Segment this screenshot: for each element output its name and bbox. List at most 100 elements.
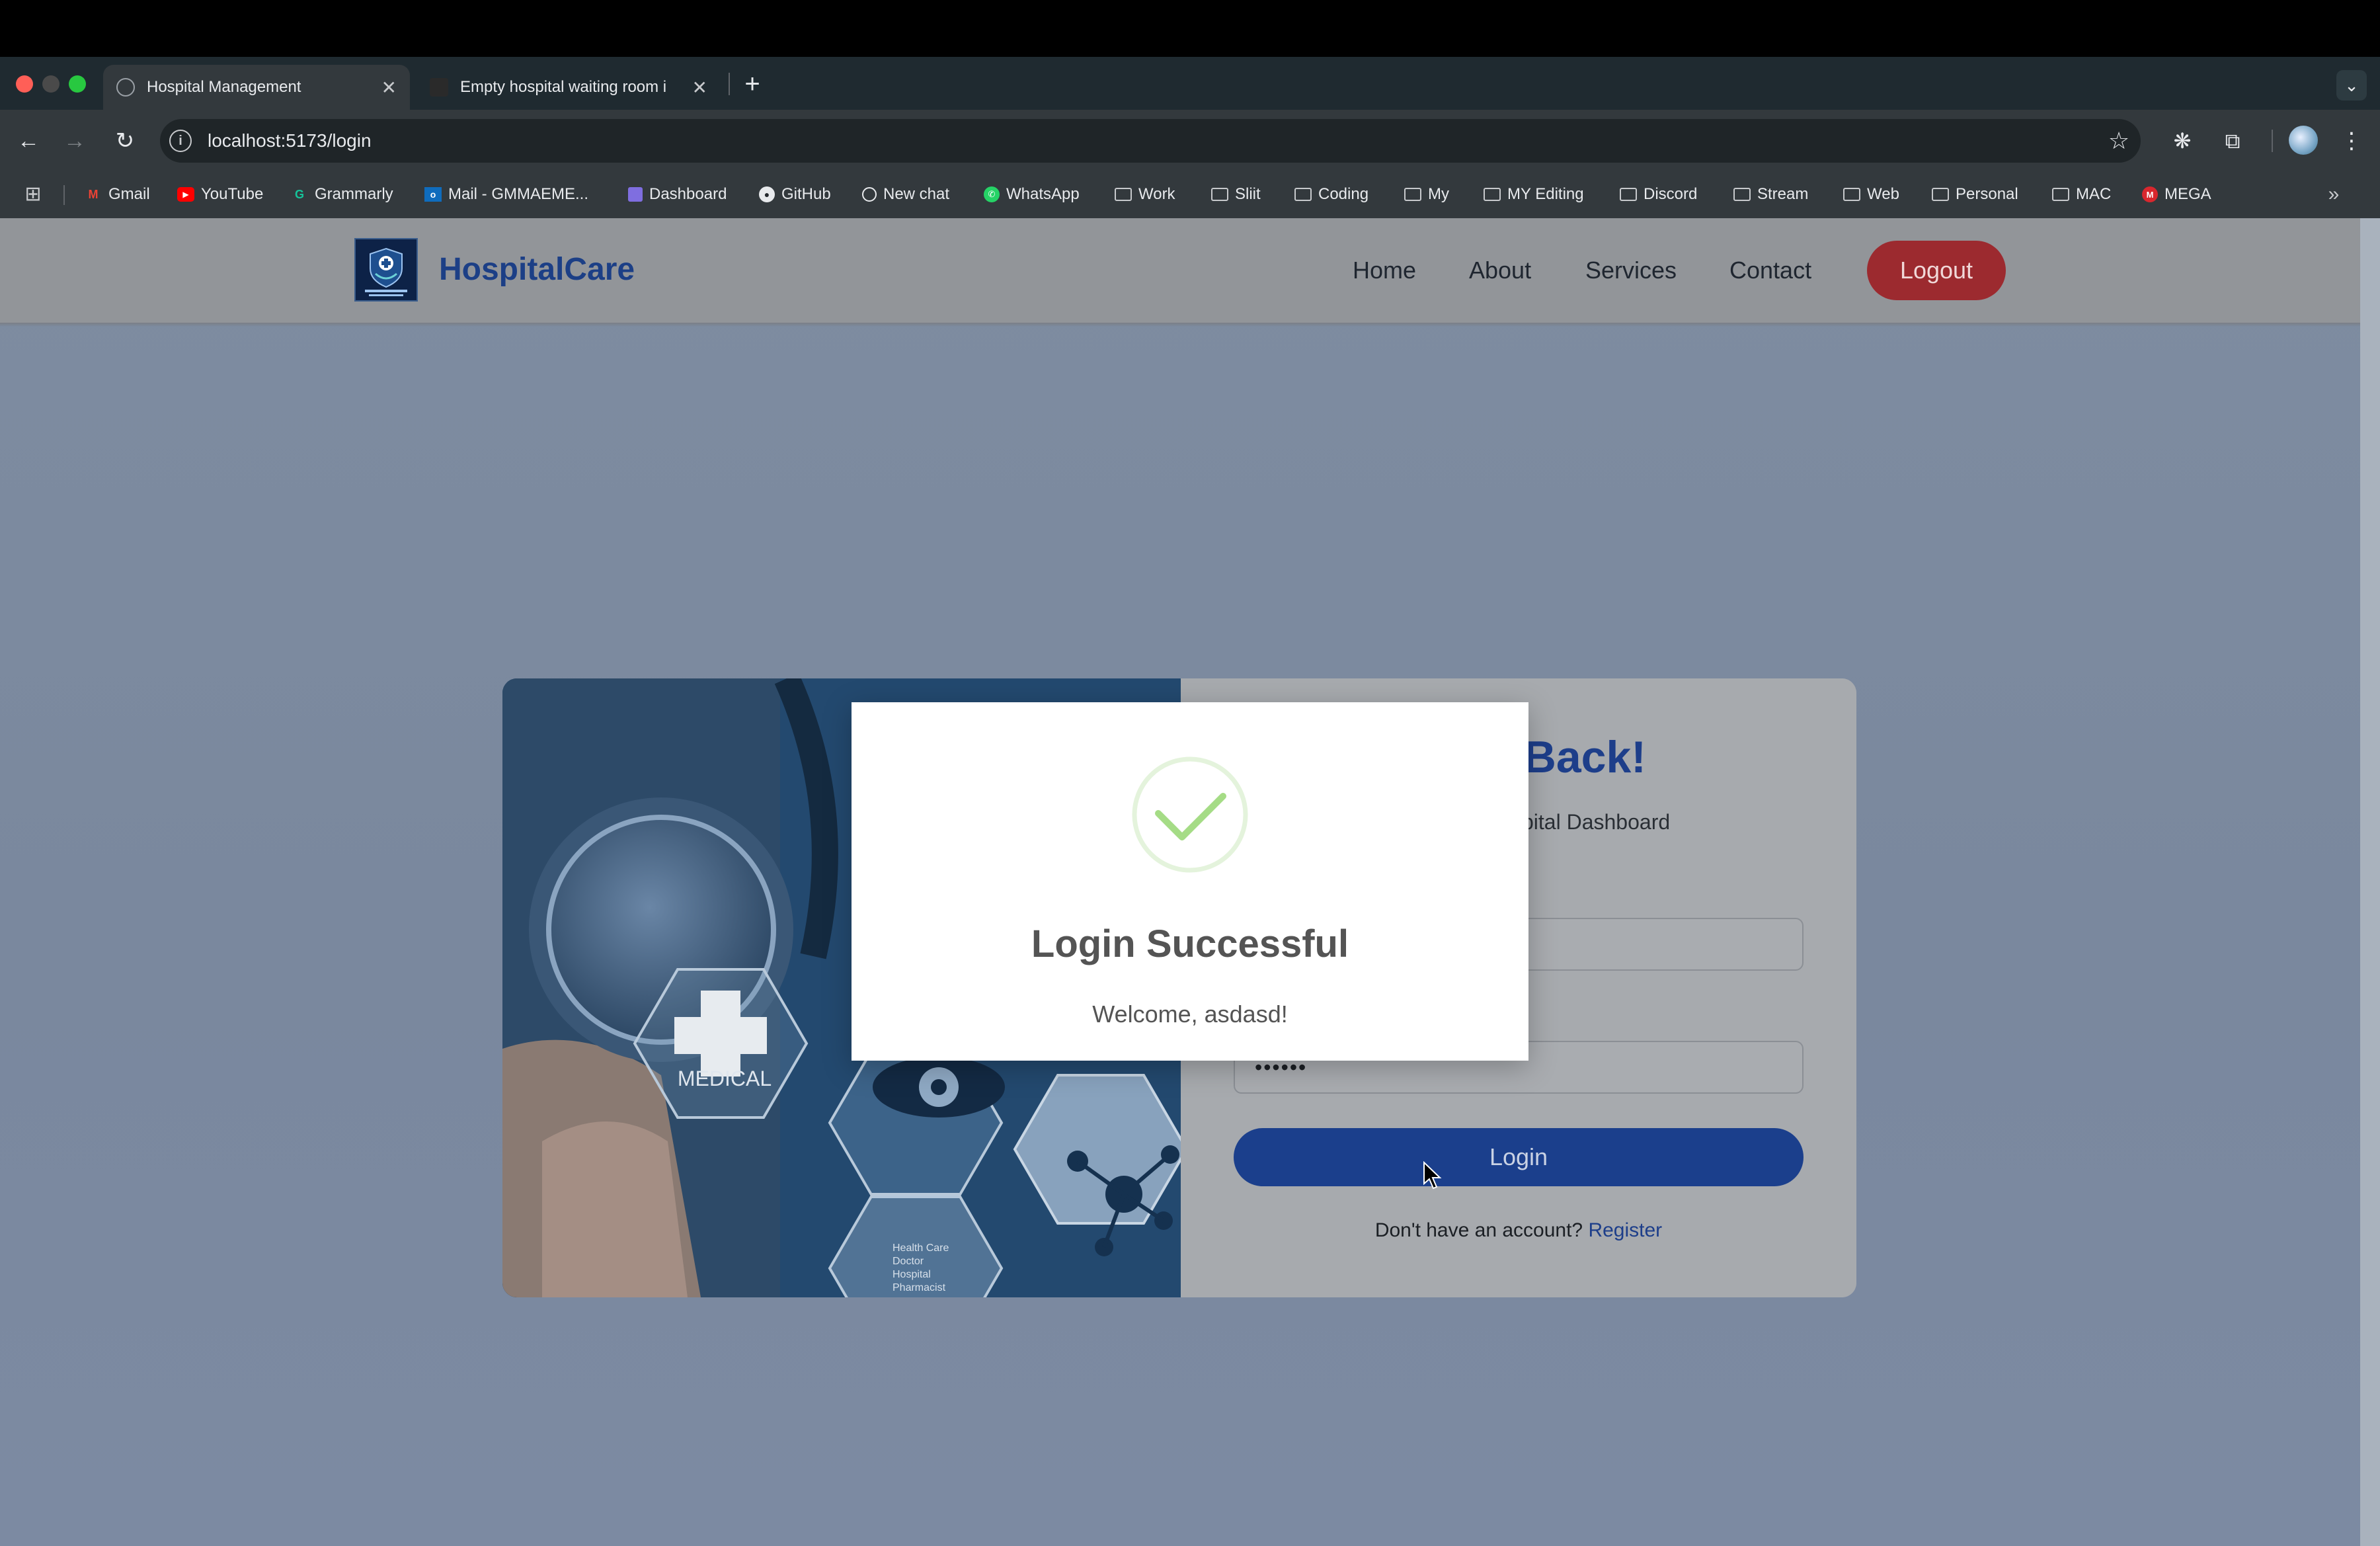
healthcare-label: Health Care bbox=[892, 1242, 949, 1254]
hospital-logo[interactable] bbox=[354, 238, 418, 302]
address-bar[interactable] bbox=[160, 119, 2141, 163]
folder-icon bbox=[1733, 188, 1751, 201]
medical-label: MEDICAL bbox=[678, 1067, 772, 1090]
bookmark-label: Stream bbox=[1757, 185, 1809, 203]
bookmark-mac[interactable]: MAC bbox=[2052, 181, 2111, 208]
back-arrow-icon[interactable]: ← bbox=[12, 124, 45, 157]
tab-search-button[interactable]: ⌄ bbox=[2336, 70, 2367, 101]
bookmark-web[interactable]: Web bbox=[1843, 181, 1899, 208]
tab-divider bbox=[729, 73, 730, 95]
bookmark-label: MAC bbox=[2076, 185, 2112, 203]
mouse-cursor-icon bbox=[1423, 1160, 1443, 1190]
bookmark-label: Sliit bbox=[1235, 185, 1261, 203]
bookmark-my[interactable]: My bbox=[1404, 181, 1449, 208]
navbar-shadow bbox=[0, 323, 2360, 327]
modal-title: Login Successful bbox=[1031, 922, 1349, 965]
doctor-label: Doctor bbox=[892, 1256, 924, 1267]
bookmark-discord[interactable]: Discord bbox=[1620, 181, 1697, 208]
chatgpt-icon bbox=[862, 187, 877, 202]
bookmark-personal[interactable]: Personal bbox=[1932, 181, 2018, 208]
close-tab-icon[interactable]: ✕ bbox=[692, 77, 707, 99]
folder-icon bbox=[1620, 188, 1637, 201]
bookmark-grammarly[interactable]: G Grammarly bbox=[291, 181, 393, 208]
unsplash-icon bbox=[430, 78, 448, 97]
puzzle-icon[interactable]: ⧉ bbox=[2216, 124, 2249, 157]
kebab-menu-icon[interactable]: ⋮ bbox=[2335, 124, 2368, 157]
whatsapp-icon: ✆ bbox=[984, 186, 1000, 202]
tab-title: Empty hospital waiting room i bbox=[460, 78, 667, 96]
new-tab-button[interactable]: + bbox=[738, 66, 767, 102]
bookmark-star-icon[interactable]: ☆ bbox=[2102, 124, 2135, 157]
bookmark-label: Discord bbox=[1644, 185, 1698, 203]
site-info-icon[interactable]: i bbox=[169, 130, 192, 152]
nav-home[interactable]: Home bbox=[1353, 254, 1416, 287]
apps-grid-icon[interactable]: ⊞ bbox=[20, 181, 46, 208]
grammarly-icon: G bbox=[294, 187, 304, 201]
bookmark-my-editing[interactable]: MY Editing bbox=[1484, 181, 1584, 208]
dashboard-icon bbox=[628, 187, 643, 202]
bookmark-label: Web bbox=[1867, 185, 1899, 203]
register-prompt: Don't have an account? Register bbox=[1234, 1214, 1804, 1247]
toolbar-divider bbox=[2272, 130, 2273, 152]
window-close-button[interactable] bbox=[16, 75, 33, 93]
folder-icon bbox=[1211, 188, 1228, 201]
bookmark-label: New chat bbox=[883, 185, 950, 203]
nav-contact[interactable]: Contact bbox=[1729, 254, 1811, 287]
register-prompt-text: Don't have an account? bbox=[1374, 1219, 1583, 1241]
bookmark-label: MEGA bbox=[2164, 185, 2211, 203]
brand-name[interactable]: HospitalCare bbox=[439, 250, 635, 290]
window-maximize-button[interactable] bbox=[69, 75, 86, 93]
tab-title: Hospital Management bbox=[147, 78, 301, 96]
folder-icon bbox=[1484, 188, 1501, 201]
close-tab-icon[interactable]: ✕ bbox=[381, 77, 397, 99]
profile-avatar[interactable] bbox=[2289, 126, 2318, 155]
macos-menu-bar bbox=[0, 0, 2380, 57]
logout-button[interactable]: Logout bbox=[1867, 241, 2006, 300]
url-text[interactable]: localhost:5173/login bbox=[208, 128, 372, 153]
extension-icon[interactable]: ❋ bbox=[2166, 124, 2199, 157]
reload-icon[interactable]: ↻ bbox=[108, 124, 141, 157]
bookmark-label: WhatsApp bbox=[1006, 185, 1080, 203]
bookmark-youtube[interactable]: ▶ YouTube bbox=[177, 181, 263, 208]
pharmacist-label: Pharmacist bbox=[892, 1282, 946, 1293]
bookmark-stream[interactable]: Stream bbox=[1733, 181, 1808, 208]
window-minimize-button[interactable] bbox=[42, 75, 60, 93]
github-icon: ● bbox=[759, 186, 775, 202]
bookmark-label: Personal bbox=[1956, 185, 2018, 203]
register-link[interactable]: Register bbox=[1588, 1219, 1662, 1241]
bookmark-label: Grammarly bbox=[315, 185, 393, 203]
nav-services[interactable]: Services bbox=[1585, 254, 1677, 287]
bookmark-dashboard[interactable]: Dashboard bbox=[628, 181, 727, 208]
folder-icon bbox=[1294, 188, 1312, 201]
page-scrollbar[interactable] bbox=[2360, 218, 2380, 1546]
bookmark-label: Coding bbox=[1318, 185, 1369, 203]
folder-icon bbox=[1843, 188, 1860, 201]
login-button[interactable]: Login bbox=[1234, 1128, 1804, 1186]
gmail-icon: M bbox=[88, 187, 99, 201]
bookmark-github[interactable]: ● GitHub bbox=[759, 181, 831, 208]
mega-icon: M bbox=[2142, 186, 2158, 202]
hospital-label: Hospital bbox=[892, 1269, 931, 1280]
bookmark-whatsapp[interactable]: ✆ WhatsApp bbox=[984, 181, 1080, 208]
folder-icon bbox=[2052, 188, 2069, 201]
bookmark-label: MY Editing bbox=[1507, 185, 1584, 203]
folder-icon bbox=[1115, 188, 1132, 201]
bookmark-mega[interactable]: M MEGA bbox=[2142, 181, 2211, 208]
bookmark-label: YouTube bbox=[201, 185, 264, 203]
nav-about[interactable]: About bbox=[1469, 254, 1531, 287]
bookmark-coding[interactable]: Coding bbox=[1294, 181, 1368, 208]
bookmark-gmail[interactable]: M Gmail bbox=[85, 181, 150, 208]
bookmark-new-chat[interactable]: New chat bbox=[862, 181, 949, 208]
forward-arrow-icon[interactable]: → bbox=[58, 124, 91, 157]
bookmark-sliit[interactable]: Sliit bbox=[1211, 181, 1261, 208]
outlook-icon: o bbox=[424, 187, 442, 202]
bookmark-work[interactable]: Work bbox=[1115, 181, 1175, 208]
more-bookmarks-icon[interactable]: » bbox=[2320, 181, 2347, 208]
bookmark-label: Gmail bbox=[108, 185, 150, 203]
bookmark-mail[interactable]: o Mail - GMMAEME... bbox=[424, 181, 588, 208]
bookmark-label: GitHub bbox=[781, 185, 831, 203]
tab-hospital-management[interactable]: Hospital Management ✕ bbox=[103, 65, 410, 110]
modal-message: Welcome, asdasd! bbox=[1092, 1000, 1288, 1028]
youtube-icon: ▶ bbox=[177, 187, 194, 202]
tab-waiting-room[interactable]: Empty hospital waiting room i ✕ bbox=[416, 65, 721, 110]
